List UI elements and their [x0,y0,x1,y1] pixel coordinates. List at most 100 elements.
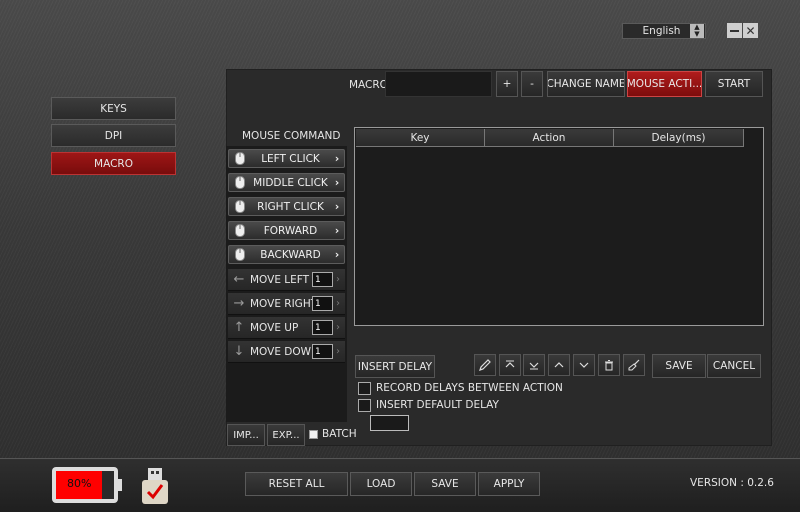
reset-all-button[interactable]: RESET ALL [245,472,348,496]
language-value: English [642,25,681,37]
default-delay-input[interactable] [370,415,409,431]
insert-delay-label: INSERT DELAY [357,360,433,373]
import-button[interactable]: IMP... [227,424,265,446]
edit-button[interactable] [474,354,496,376]
close-icon: ✕ [745,23,756,38]
chevron-right-icon[interactable]: › [333,322,343,333]
chevron-down-icon [579,362,589,368]
start-record-button[interactable]: START [705,71,763,97]
move-right-row[interactable]: → MOVE RIGHT › [228,293,345,315]
remove-macro-button[interactable]: - [521,71,543,97]
move-left-label: MOVE LEFT [250,273,310,286]
macro-cancel-label: CANCEL [712,360,756,372]
insert-default-delay-checkbox[interactable] [358,399,371,412]
move-right-label: MOVE RIGHT [250,297,318,310]
sidebar-item-macro[interactable]: MACRO [51,152,176,175]
mouse-command-title: MOUSE COMMAND [242,130,341,142]
battery-terminal [118,479,122,491]
forward-button[interactable]: FORWARD › [228,221,345,240]
remove-macro-label: - [530,78,534,90]
move-down-row[interactable]: ↓ MOVE DOWN › [228,341,345,363]
move-down-input[interactable] [312,344,333,359]
move-up-row[interactable]: ↑ MOVE UP › [228,317,345,339]
sidebar-item-label: MACRO [94,157,133,170]
save-button[interactable]: SAVE [414,472,476,496]
backward-label: BACKWARD [260,248,321,261]
start-record-label: START [717,78,751,90]
add-macro-button[interactable]: + [496,71,518,97]
trash-icon [605,360,613,371]
delete-button[interactable] [598,354,620,376]
mouse-icon [229,152,251,165]
sidebar-item-label: DPI [104,129,123,142]
right-click-button[interactable]: RIGHT CLICK › [228,197,345,216]
move-down-button[interactable] [573,354,595,376]
language-spinner-icon[interactable]: ▲ ▼ [690,24,704,38]
broom-icon [628,359,640,371]
arrow-right-icon: → [233,296,245,311]
add-macro-label: + [502,78,512,90]
import-label: IMP... [233,429,259,441]
move-up-label: MOVE UP [250,321,299,334]
move-to-top-button[interactable] [499,354,521,376]
language-select[interactable]: English ▲ ▼ [622,23,706,39]
sidebar-item-keys[interactable]: KEYS [51,97,176,120]
move-left-input[interactable] [312,272,333,287]
apply-button[interactable]: APPLY [478,472,540,496]
insert-default-delay-label: INSERT DEFAULT DELAY [376,399,499,411]
column-header-label: Delay(ms) [651,131,706,144]
load-button[interactable]: LOAD [350,472,412,496]
apply-label: APPLY [493,478,525,490]
chevron-right-icon: › [334,224,340,237]
chevron-right-icon: › [334,176,340,189]
mouse-action-button[interactable]: MOUSE ACTI... [627,71,702,97]
column-header-label: Key [410,131,430,144]
move-to-bottom-button[interactable] [523,354,545,376]
column-header-delay[interactable]: Delay(ms) [614,129,744,147]
macro-name-field[interactable] [385,71,492,97]
load-label: LOAD [366,478,396,490]
sidebar-item-dpi[interactable]: DPI [51,124,176,147]
arrow-down-icon: ↓ [233,344,245,359]
move-top-icon [505,360,515,368]
move-left-row[interactable]: ← MOVE LEFT › [228,269,345,291]
minimize-button[interactable] [727,23,742,38]
clear-all-button[interactable] [623,354,645,376]
middle-click-button[interactable]: MIDDLE CLICK › [228,173,345,192]
chevron-right-icon[interactable]: › [333,274,343,285]
arrow-up-icon: ↑ [233,320,245,335]
battery-fill: 80% [56,471,114,499]
pencil-icon [479,359,491,371]
chevron-right-icon: › [334,248,340,261]
macro-save-button[interactable]: SAVE [652,354,706,378]
chevron-right-icon[interactable]: › [333,346,343,357]
usb-connected-icon [141,467,169,505]
macro-save-label: SAVE [665,360,693,372]
battery-percent: 80% [66,477,92,490]
mouse-icon [229,248,251,261]
left-click-label: LEFT CLICK [261,152,320,165]
record-delays-label: RECORD DELAYS BETWEEN ACTION [376,382,563,394]
batch-checkbox[interactable] [309,430,318,439]
change-name-button[interactable]: CHANGE NAME [547,71,625,97]
macro-cancel-button[interactable]: CANCEL [707,354,761,378]
insert-delay-button[interactable]: INSERT DELAY [355,355,435,378]
close-button[interactable]: ✕ [743,23,758,38]
chevron-up-icon [554,362,564,368]
column-header-action[interactable]: Action [485,129,614,147]
move-up-button[interactable] [548,354,570,376]
right-click-label: RIGHT CLICK [257,200,324,213]
column-header-key[interactable]: Key [356,129,485,147]
export-button[interactable]: EXP... [267,424,305,446]
macro-action-table[interactable]: Key Action Delay(ms) [354,127,764,326]
move-down-label: MOVE DOWN [250,345,319,358]
move-up-input[interactable] [312,320,333,335]
record-delays-checkbox[interactable] [358,382,371,395]
minimize-icon [730,29,739,32]
chevron-right-icon[interactable]: › [333,298,343,309]
save-label: SAVE [431,478,459,490]
change-name-label: CHANGE NAME [547,78,625,90]
backward-button[interactable]: BACKWARD › [228,245,345,264]
left-click-button[interactable]: LEFT CLICK › [228,149,345,168]
move-right-input[interactable] [312,296,333,311]
